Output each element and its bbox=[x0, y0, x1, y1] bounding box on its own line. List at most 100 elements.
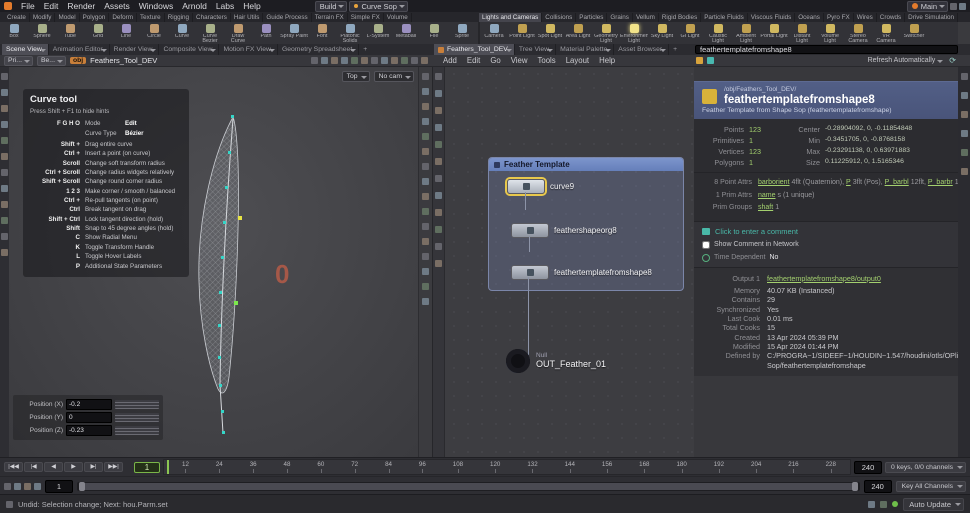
shelf-tool[interactable]: L-System bbox=[364, 22, 392, 44]
message-log-icon[interactable] bbox=[868, 501, 875, 508]
side-toolbar-icon[interactable] bbox=[1, 73, 8, 80]
shelf-tool[interactable]: Distant Light bbox=[788, 22, 816, 44]
shelf-tool[interactable]: Area Light bbox=[564, 22, 592, 44]
shelf-tool[interactable]: Caustic Light bbox=[704, 22, 732, 44]
main-desktop-menu[interactable]: Main bbox=[907, 1, 948, 12]
shelf-tab[interactable]: Volume bbox=[384, 13, 412, 22]
network-menu-item[interactable]: Tools bbox=[532, 56, 560, 65]
menu-item[interactable]: Arnold bbox=[178, 1, 211, 11]
range-start-handle[interactable] bbox=[79, 482, 85, 491]
shelf-tab[interactable]: Modify bbox=[30, 13, 56, 22]
shelf-tab[interactable]: Terrain FX bbox=[312, 13, 348, 22]
viewport-toolbar-icon[interactable] bbox=[371, 57, 378, 64]
comment-field[interactable]: Click to enter a comment bbox=[702, 227, 950, 236]
shelf-tab[interactable]: Model bbox=[55, 13, 79, 22]
network-menu-item[interactable]: Add bbox=[438, 56, 462, 65]
attribute-link[interactable]: P_barbr bbox=[928, 179, 953, 186]
display-option-icon[interactable] bbox=[422, 73, 429, 80]
jump-to-start-button[interactable]: |◀◀ bbox=[4, 462, 23, 472]
frame-range-bar[interactable] bbox=[79, 483, 858, 490]
jump-to-end-button[interactable]: ▶▶| bbox=[104, 462, 123, 472]
output-link[interactable]: feathertemplatefromshape8/output0 bbox=[767, 274, 881, 283]
shelf-tab[interactable]: Characters bbox=[193, 13, 231, 22]
refresh-mode-dropdown[interactable]: Refresh Automatically bbox=[868, 57, 946, 64]
shelf-tool[interactable]: Draw Curve bbox=[224, 22, 252, 44]
viewport-toolbar-icon[interactable] bbox=[411, 57, 418, 64]
stowbar-icon[interactable] bbox=[961, 149, 968, 156]
camera-menu[interactable]: No cam bbox=[374, 71, 414, 82]
show-comment-checkbox[interactable]: Show Comment in Network bbox=[702, 241, 950, 249]
node[interactable]: feathershapeorg8 bbox=[511, 223, 617, 238]
new-pane-tab-button[interactable]: + bbox=[359, 46, 371, 53]
new-pane-tab-button[interactable]: + bbox=[669, 46, 681, 53]
menu-item[interactable]: Assets bbox=[100, 1, 134, 11]
display-option-icon[interactable] bbox=[422, 298, 429, 305]
shelf-tool[interactable]: Spot Light bbox=[536, 22, 564, 44]
range-start-field[interactable] bbox=[45, 480, 73, 493]
shelf-tab[interactable]: Drive Simulation bbox=[905, 13, 958, 22]
shelf-tool[interactable]: Stereo Camera bbox=[844, 22, 872, 44]
node[interactable]: feathertemplatefromshape8 bbox=[511, 265, 652, 280]
shelf-tab[interactable]: Particles bbox=[576, 13, 607, 22]
viewport-toolbar-icon[interactable] bbox=[331, 57, 338, 64]
pane-tab[interactable]: Motion FX View bbox=[219, 44, 277, 55]
network-toolbar-icon[interactable] bbox=[435, 209, 442, 216]
position-input[interactable] bbox=[66, 399, 112, 410]
playbar-option-icon[interactable] bbox=[34, 483, 41, 490]
network-toolbar-icon[interactable] bbox=[435, 158, 442, 165]
network-menu-item[interactable]: View bbox=[506, 56, 533, 65]
shelf-tab[interactable]: Rigid Bodies bbox=[659, 13, 701, 22]
display-option-icon[interactable] bbox=[422, 193, 429, 200]
node-name-field[interactable] bbox=[695, 45, 958, 54]
shelf-tool[interactable]: Spray Paint bbox=[280, 22, 308, 44]
attribute-link[interactable]: P bbox=[846, 179, 851, 186]
window-help-icon[interactable] bbox=[959, 3, 966, 10]
display-option-icon[interactable] bbox=[422, 163, 429, 170]
shelf-tool[interactable]: Point Light bbox=[508, 22, 536, 44]
node-path[interactable]: /obj/Feathers_Tool_DEV/ bbox=[702, 86, 950, 93]
node-body[interactable] bbox=[511, 223, 549, 238]
shelf-tool[interactable]: Sphere bbox=[28, 22, 56, 44]
previous-key-button[interactable]: |◀ bbox=[24, 462, 43, 472]
display-option-icon[interactable] bbox=[422, 208, 429, 215]
shelf-tab[interactable]: Collisions bbox=[542, 13, 576, 22]
shelf-tab[interactable]: Viscous Fluids bbox=[748, 13, 795, 22]
display-option-icon[interactable] bbox=[422, 88, 429, 95]
value-ladder-widget[interactable] bbox=[115, 413, 159, 422]
node-body[interactable] bbox=[507, 179, 545, 194]
scene-viewport[interactable]: 0 Top No cam Curve tool Press Shift + F1… bbox=[9, 67, 433, 458]
menu-item[interactable]: File bbox=[17, 1, 39, 11]
show-comment-checkbox-input[interactable] bbox=[702, 241, 710, 249]
viewport-toolbar-icon[interactable] bbox=[381, 57, 388, 64]
display-option-icon[interactable] bbox=[422, 283, 429, 290]
side-toolbar-icon[interactable] bbox=[1, 169, 8, 176]
shelf-tool[interactable]: Sprite bbox=[448, 22, 476, 44]
display-option-icon[interactable] bbox=[422, 118, 429, 125]
shelf-tool[interactable]: Environment Light bbox=[620, 22, 648, 44]
node-shape-chip-icon[interactable] bbox=[707, 57, 714, 64]
network-toolbar-icon[interactable] bbox=[435, 141, 442, 148]
network-toolbar-icon[interactable] bbox=[435, 124, 442, 131]
shelf-tab[interactable]: Texture bbox=[137, 13, 165, 22]
keys-summary-button[interactable]: 0 keys, 0/0 channels bbox=[885, 462, 966, 473]
side-toolbar-icon[interactable] bbox=[1, 153, 8, 160]
network-menu-item[interactable]: Help bbox=[594, 56, 620, 65]
shelf-tool[interactable]: Font bbox=[308, 22, 336, 44]
network-toolbar-icon[interactable] bbox=[435, 73, 442, 80]
side-toolbar-icon[interactable] bbox=[1, 233, 8, 240]
shelf-tool[interactable]: Path bbox=[252, 22, 280, 44]
menu-item[interactable]: Edit bbox=[40, 1, 63, 11]
position-input[interactable] bbox=[66, 412, 112, 423]
pane-tab[interactable]: Material Palette bbox=[556, 44, 614, 55]
network-toolbar-icon[interactable] bbox=[435, 243, 442, 250]
shelf-tool[interactable]: Portal Light bbox=[760, 22, 788, 44]
pane-tab[interactable]: Asset Browser bbox=[614, 44, 669, 55]
network-box-feather-template[interactable]: Feather Template curve9 feathershapeorg8… bbox=[488, 157, 684, 291]
playbar-option-icon[interactable] bbox=[24, 483, 31, 490]
shelf-tool[interactable]: Volume Light bbox=[816, 22, 844, 44]
network-toolbar-icon[interactable] bbox=[435, 175, 442, 182]
side-toolbar-icon[interactable] bbox=[1, 89, 8, 96]
network-menu-item[interactable]: Edit bbox=[462, 56, 485, 65]
performance-icon[interactable] bbox=[880, 501, 887, 508]
group-link[interactable]: shaft bbox=[758, 204, 773, 211]
